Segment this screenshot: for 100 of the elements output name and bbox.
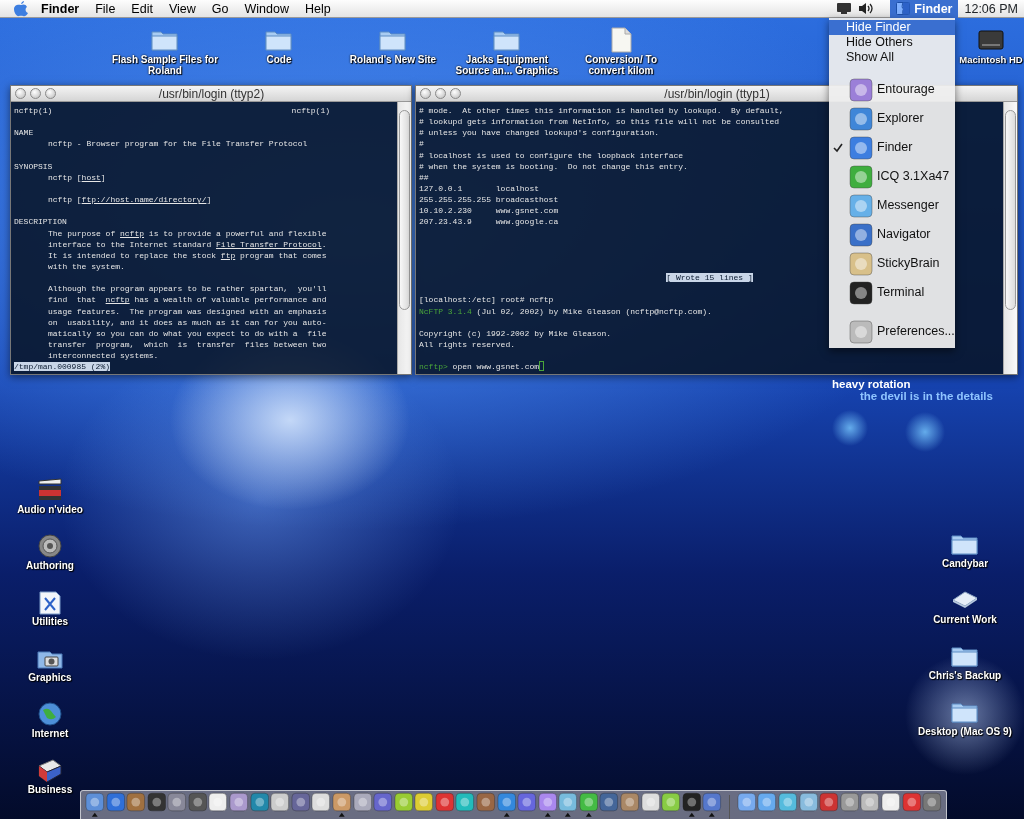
terminal-line: ncftp> open www.gsnet.com bbox=[419, 361, 540, 373]
icon-label[interactable]: Internet bbox=[31, 728, 69, 739]
display-icon[interactable] bbox=[836, 2, 853, 15]
terminal-line: NcFTP 3.1.4 (Jul 02, 2002) by Mike Gleason (ncftp@ncftp.com). bbox=[419, 305, 712, 317]
icon-label[interactable]: Authoring bbox=[26, 560, 74, 571]
icon-label[interactable]: Conversion/ To convert kilom bbox=[566, 54, 676, 76]
icon-label[interactable]: Macintosh HD bbox=[959, 54, 1023, 65]
scrollbar[interactable] bbox=[397, 102, 411, 374]
icon-label[interactable]: Candybar bbox=[941, 558, 989, 569]
menu-item[interactable]: Preferences... bbox=[829, 317, 955, 346]
icon-label[interactable]: Audio n'video bbox=[17, 504, 83, 515]
close-button[interactable] bbox=[420, 88, 431, 99]
menu-item[interactable]: Show All bbox=[829, 50, 955, 65]
terminal-line: on usability, and it does as much as it can for you auto- bbox=[48, 316, 327, 328]
terminal-line: find that ncftp has a wealth of valuable performance and bbox=[48, 294, 327, 306]
menu-title[interactable]: Finder bbox=[29, 0, 88, 18]
minimize-button[interactable] bbox=[435, 88, 446, 99]
terminal-line: # mode. At other times this information is handled by lookupd. By default, bbox=[419, 105, 784, 117]
terminal-line: ncftp [host] bbox=[48, 171, 106, 183]
terminal-line: ## bbox=[419, 171, 429, 183]
menu-title[interactable]: Edit bbox=[123, 0, 161, 18]
menu-item[interactable]: Entourage bbox=[829, 75, 955, 104]
menu-item[interactable]: Hide Finder bbox=[829, 20, 955, 35]
app-icon[interactable] bbox=[331, 791, 352, 818]
volume-icon[interactable] bbox=[858, 2, 875, 15]
wallpaper-text: heavy rotation bbox=[832, 378, 912, 390]
terminal-line: usage features. The program was designed with an emphasis bbox=[48, 305, 327, 317]
terminal-line: # bbox=[419, 138, 424, 150]
terminal-line: 10.10.2.230 www.gsnet.com bbox=[419, 205, 559, 217]
menu-title[interactable]: View bbox=[160, 0, 204, 18]
icon-label[interactable]: Code bbox=[266, 54, 292, 65]
app-icon bbox=[849, 106, 873, 131]
app-icon[interactable] bbox=[496, 791, 517, 818]
zoom-button[interactable] bbox=[45, 88, 56, 99]
pager-status: /tmp/man.000985 (2%) bbox=[14, 362, 110, 372]
close-button[interactable] bbox=[15, 88, 26, 99]
menu-item[interactable]: Terminal bbox=[829, 278, 955, 307]
app-icon bbox=[896, 2, 911, 15]
app-icon[interactable] bbox=[85, 791, 105, 818]
zoom-button[interactable] bbox=[450, 88, 461, 99]
terminal-text: ncftp(1) bbox=[291, 105, 330, 117]
terminal-line: interconnected systems. bbox=[48, 350, 159, 362]
apple-menu-icon[interactable] bbox=[13, 0, 29, 17]
menu-title[interactable]: Window bbox=[236, 0, 297, 18]
terminal-line: # unless you have changed lookupd's configuration. bbox=[419, 127, 660, 139]
menu-item[interactable]: Messenger bbox=[829, 191, 955, 220]
terminal-line: [localhost:/etc] root# ncftp bbox=[419, 294, 554, 306]
icon-label[interactable]: Business bbox=[27, 784, 73, 795]
icon-label[interactable]: Flash Sample Files for Roland bbox=[110, 54, 220, 76]
minimize-button[interactable] bbox=[30, 88, 41, 99]
app-icon bbox=[849, 193, 873, 218]
terminal-line: matically so you can do what you expect to do with a file bbox=[48, 327, 327, 339]
menu-clock[interactable]: 12:06 PM bbox=[958, 0, 1024, 18]
window-title: /usr/bin/login (ttyp2) bbox=[158, 86, 265, 101]
terminal-line: ncftp [ftp://host.name/directory/] bbox=[48, 194, 212, 206]
icon-label[interactable]: Desktop (Mac OS 9) bbox=[918, 726, 1012, 737]
terminal-line: Although the program appears to be rather spartan, you'll bbox=[48, 283, 327, 295]
app-icon bbox=[849, 280, 873, 305]
menu-title[interactable]: Go bbox=[203, 0, 237, 18]
globe-icon[interactable] bbox=[35, 700, 65, 728]
terminal-line: 207.23.43.9 www.google.ca bbox=[419, 216, 559, 228]
menu-item[interactable]: StickyBrain bbox=[829, 249, 955, 278]
menu-item[interactable]: Navigator bbox=[829, 220, 955, 249]
scroll-thumb[interactable] bbox=[1005, 110, 1016, 310]
terminal-line: It is intended to replace the stock ftp program that comes bbox=[48, 249, 327, 261]
app-icon[interactable] bbox=[702, 791, 722, 818]
app-icon[interactable] bbox=[578, 791, 599, 818]
menu-title[interactable]: Help bbox=[296, 0, 339, 18]
terminal-line: All rights reserved. bbox=[419, 338, 515, 351]
app-icon bbox=[849, 251, 873, 276]
icon-label[interactable]: Jacks Equipment Source an... Graphics bbox=[452, 54, 562, 76]
terminal-line: # when the system is booting. Do not change this entry. bbox=[419, 160, 688, 172]
terminal-line: # lookupd gets information from NetInfo, so this file will not be consulted bbox=[419, 116, 780, 128]
menu-item[interactable]: Finder bbox=[829, 133, 955, 162]
app-icon[interactable] bbox=[558, 791, 578, 818]
app-icon[interactable] bbox=[537, 791, 558, 818]
icon-label[interactable]: Current Work bbox=[933, 614, 997, 625]
scrollbar[interactable] bbox=[1003, 102, 1017, 374]
gear-icon[interactable] bbox=[35, 532, 65, 560]
app-switcher-menu[interactable]: Finder bbox=[890, 0, 959, 18]
scroll-thumb[interactable] bbox=[399, 110, 410, 310]
menu-item[interactable]: Hide Others bbox=[829, 35, 955, 50]
icon-label[interactable]: Roland's New Site bbox=[349, 54, 437, 65]
menu-title[interactable]: File bbox=[87, 0, 124, 18]
terminal-line: NAME bbox=[14, 127, 34, 139]
icon-label[interactable]: Chris's Backup bbox=[928, 670, 1002, 681]
terminal-line: SYNOPSIS bbox=[14, 160, 53, 172]
terminal-line: DESCRIPTION bbox=[14, 216, 67, 228]
terminal-line: with the system. bbox=[48, 260, 125, 273]
icon-label[interactable]: Utilities bbox=[31, 616, 69, 627]
menu-item[interactable]: ICQ 3.1Xa47 bbox=[829, 162, 955, 191]
app-icon bbox=[849, 135, 873, 160]
window-title: /usr/bin/login (ttyp1) bbox=[664, 86, 770, 101]
terminal-line: 127.0.0.1 localhost bbox=[419, 183, 540, 195]
menu-item[interactable]: Explorer bbox=[829, 104, 955, 133]
app-icon bbox=[849, 164, 873, 189]
terminal-line: 255.255.255.255 broadcasthost bbox=[419, 194, 559, 206]
book-icon[interactable] bbox=[35, 756, 65, 784]
icon-label[interactable]: Graphics bbox=[28, 672, 72, 683]
terminal-text: ncftp(1) bbox=[14, 105, 53, 117]
